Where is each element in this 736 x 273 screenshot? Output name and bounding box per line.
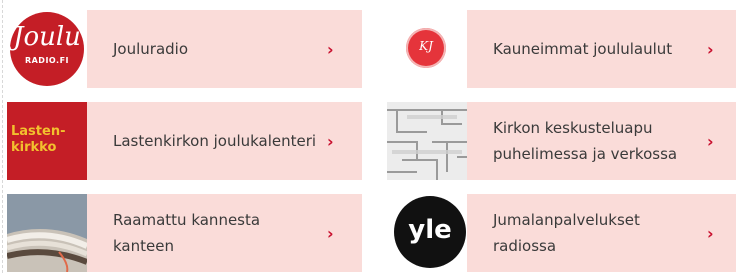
card-raamattu-kannesta-kanteen[interactable]: Raamattu kannesta kanteen › xyxy=(7,194,362,272)
chevron-right-icon: › xyxy=(327,39,334,59)
card-label: Jumalanpalvelukset radiossa xyxy=(493,211,640,255)
lastenkirkko-logo: Lasten- kirkko xyxy=(7,102,87,180)
card-label: Jouluradio xyxy=(113,40,189,58)
card-panel: Kirkon keskusteluapu puhelimessa ja verk… xyxy=(467,102,736,180)
card-label: Raamattu kannesta kanteen xyxy=(113,211,261,255)
card-kauneimmat-joululaulut[interactable]: KJ Kauneimmat joululaulut › xyxy=(387,10,736,88)
left-divider xyxy=(2,0,3,273)
card-label: Lastenkirkon joulukalenteri xyxy=(113,132,317,150)
chevron-right-icon: › xyxy=(707,223,714,243)
card-label: Kauneimmat joululaulut xyxy=(493,40,673,58)
card-panel: Jouluradio › xyxy=(87,10,362,88)
card-kirkon-keskusteluapu[interactable]: Kirkon keskusteluapu puhelimessa ja verk… xyxy=(387,102,736,180)
chevron-right-icon: › xyxy=(327,223,334,243)
card-panel: Kauneimmat joululaulut › xyxy=(467,10,736,88)
yle-logo: yle xyxy=(387,194,467,272)
card-panel: Lastenkirkon joulukalenteri › xyxy=(87,102,362,180)
chevron-right-icon: › xyxy=(707,131,714,151)
kauneimmat-logo: KJ xyxy=(387,10,467,88)
chevron-right-icon: › xyxy=(707,39,714,59)
card-panel: Jumalanpalvelukset radiossa › xyxy=(467,194,736,272)
maze-image xyxy=(387,102,467,180)
card-panel: Raamattu kannesta kanteen › xyxy=(87,194,362,272)
card-label: Kirkon keskusteluapu puhelimessa ja verk… xyxy=(493,119,678,163)
card-lastenkirkon-joulukalenteri[interactable]: Lasten- kirkko Lastenkirkon joulukalente… xyxy=(7,102,362,180)
card-jumalanpalvelukset-radiossa[interactable]: yle Jumalanpalvelukset radiossa › xyxy=(387,194,736,272)
card-jouluradio[interactable]: Joulu RADIO.FI Jouluradio › xyxy=(7,10,362,88)
jouluradio-logo: Joulu RADIO.FI xyxy=(7,10,87,88)
bible-image xyxy=(7,194,87,272)
chevron-right-icon: › xyxy=(327,131,334,151)
